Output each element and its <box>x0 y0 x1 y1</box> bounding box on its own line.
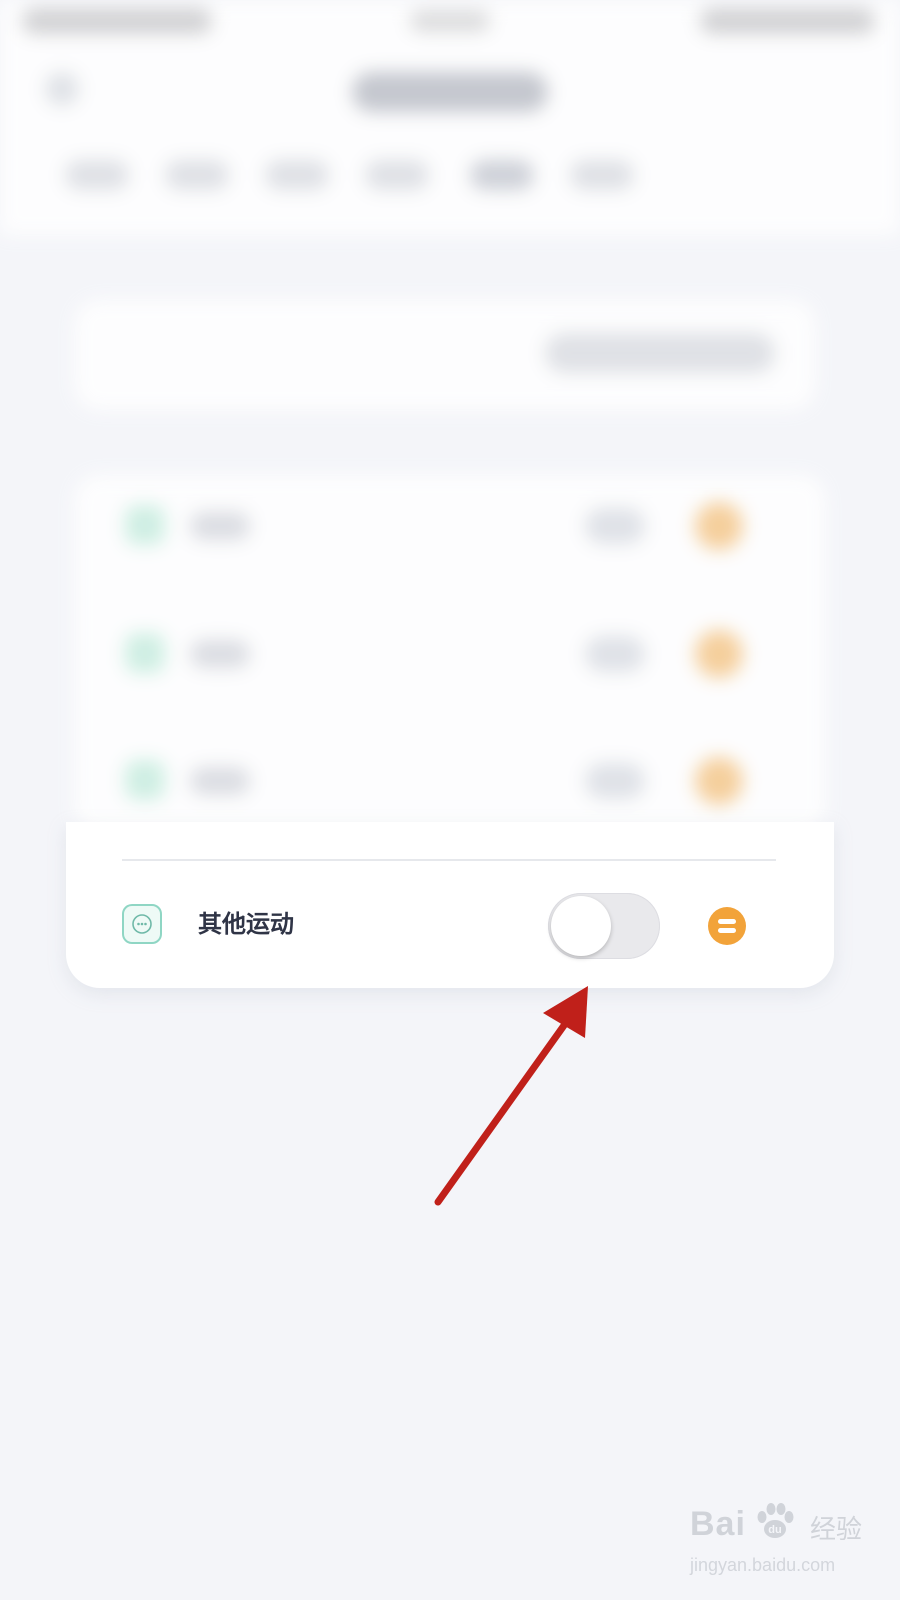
paw-icon: du <box>757 1503 794 1538</box>
screen: 其他运动 Bai​ du 经验 jingyan.baidu.com <box>0 0 900 1600</box>
watermark-url: jingyan.baidu.com <box>690 1555 836 1575</box>
baidu-jingyan-watermark: Bai​ du 经验 jingyan.baidu.com <box>690 1503 880 1585</box>
annotation-arrow <box>434 986 588 1206</box>
watermark-text: 经验 <box>810 1515 863 1545</box>
watermark-logo: Bai​ <box>690 1505 746 1543</box>
svg-text:du: du <box>768 1524 781 1536</box>
